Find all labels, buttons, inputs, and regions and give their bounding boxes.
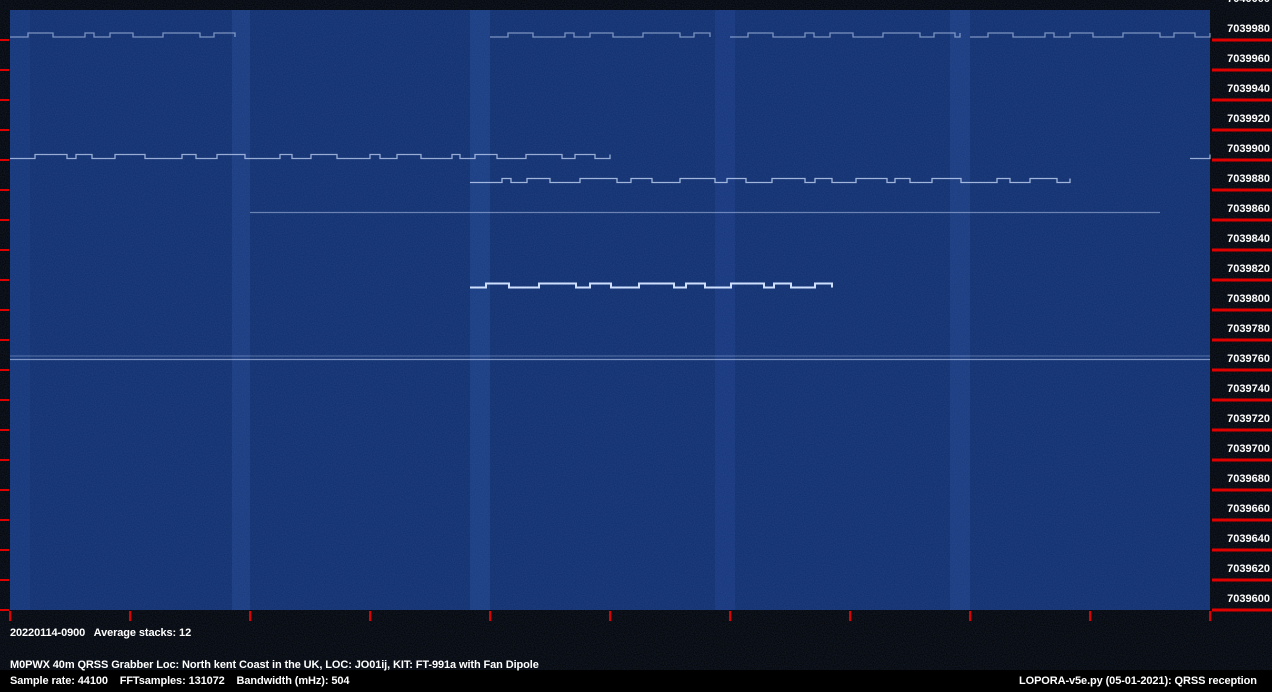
y-tick-label: 7039760 (1227, 353, 1270, 365)
timestamp-line: 20220114-0900 Average stacks: 12 (10, 627, 192, 639)
y-tick-label: 7039900 (1227, 143, 1270, 155)
y-tick-label: 7039800 (1227, 293, 1270, 305)
y-tick-label: 7039680 (1227, 473, 1270, 485)
y-tick-label: 7039820 (1227, 263, 1270, 275)
y-tick-label: 7039980 (1227, 23, 1270, 35)
y-tick-label: 7039920 (1227, 113, 1270, 125)
spectrogram-chart (0, 10, 1272, 621)
y-tick-label: 7039780 (1227, 323, 1270, 335)
y-tick-label: 7040000 (1227, 0, 1270, 5)
params-line: Sample rate: 44100 FFTsamples: 131072 Ba… (10, 675, 350, 687)
software-label: LOPORA-v5e.py (05-01-2021): QRSS recepti… (1019, 675, 1257, 687)
y-tick-label: 7039940 (1227, 83, 1270, 95)
grabber-title: M0PWX 40m QRSS Grabber Loc: North kent C… (10, 659, 539, 671)
y-tick-label: 7039620 (1227, 563, 1270, 575)
y-tick-label: 7039880 (1227, 173, 1270, 185)
y-tick-label: 7039660 (1227, 503, 1270, 515)
y-tick-label: 7039720 (1227, 413, 1270, 425)
y-tick-label: 7039700 (1227, 443, 1270, 455)
y-tick-label: 7039840 (1227, 233, 1270, 245)
waterfall-noise (10, 10, 1210, 610)
y-tick-label: 7039640 (1227, 533, 1270, 545)
y-tick-label: 7039740 (1227, 383, 1270, 395)
y-tick-label: 7039860 (1227, 203, 1270, 215)
y-tick-label: 7039600 (1227, 593, 1270, 605)
y-tick-label: 7039960 (1227, 53, 1270, 65)
